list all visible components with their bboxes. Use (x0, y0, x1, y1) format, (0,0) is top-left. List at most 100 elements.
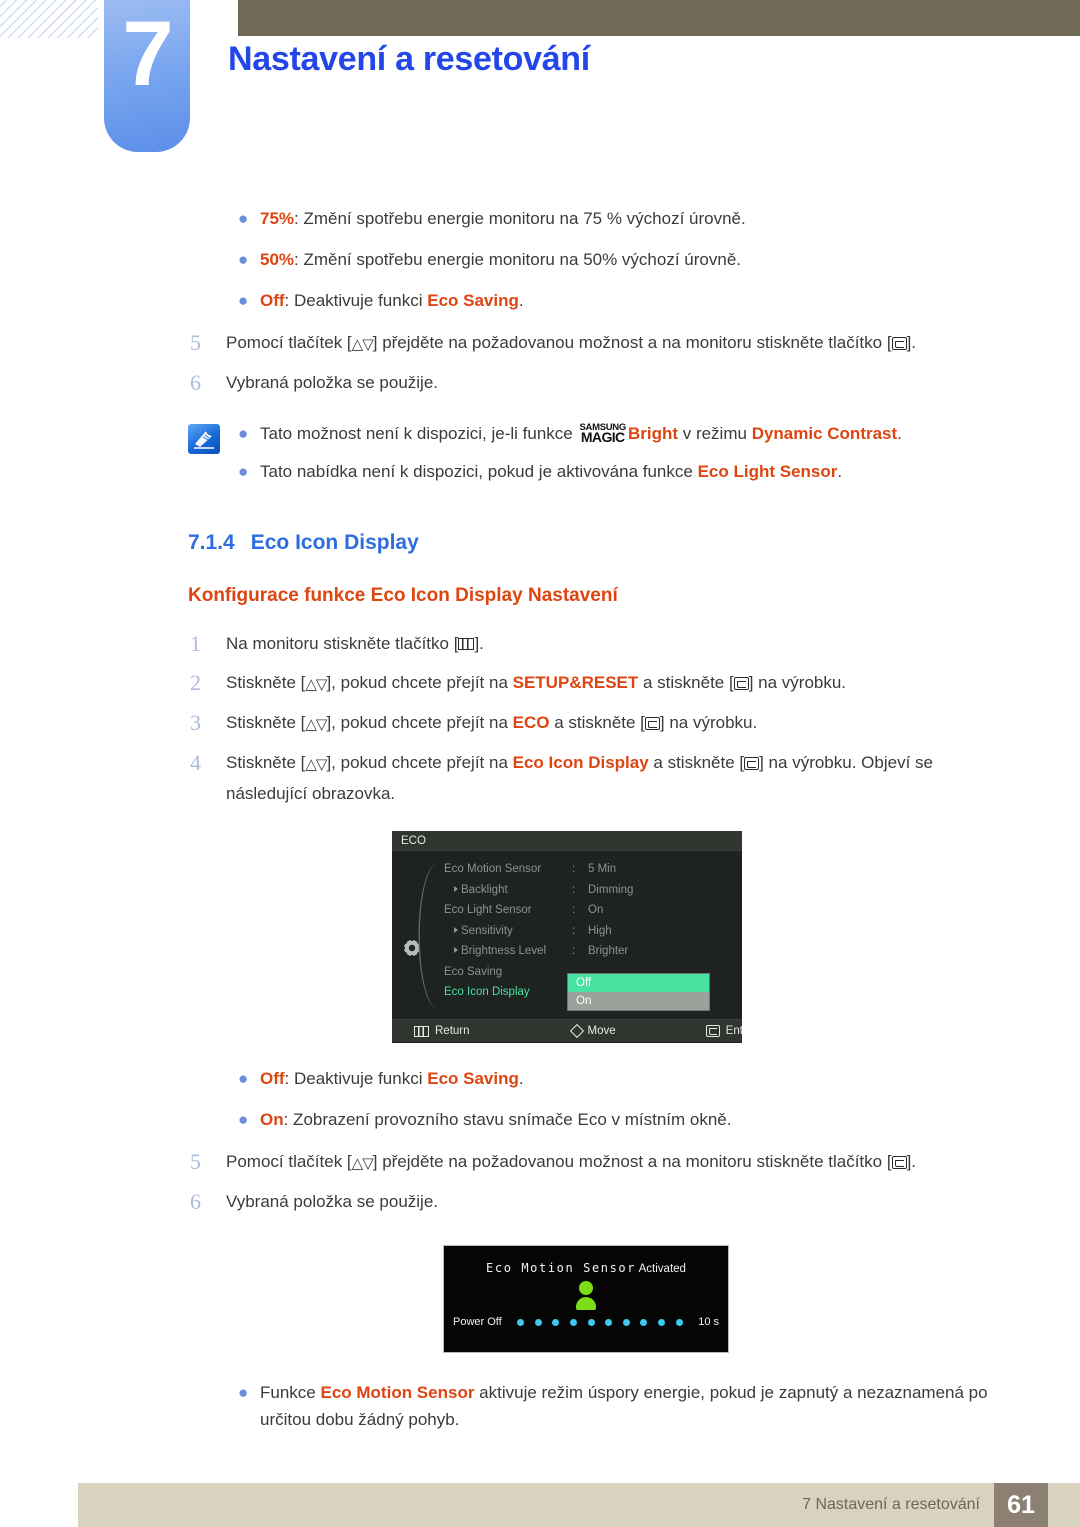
bullet-term: 75% (260, 209, 295, 228)
osd-item-value: On (588, 904, 604, 917)
popup-power-row: Power Off 10 s (444, 1316, 728, 1328)
osd-menu-item[interactable]: Brightness Level : Brighter (444, 941, 740, 962)
final-highlight: Eco Motion Sensor (320, 1383, 475, 1402)
numbered-step: 3 Stiskněte [△▽], pokud chcete přejít na… (0, 708, 1080, 739)
note-line1-highlight1: Bright (627, 424, 678, 443)
list-item: ● Off: Deaktivuje funkci Eco Saving. (0, 287, 1080, 314)
bullet-marker: ● (238, 250, 249, 269)
countdown-dots (507, 1318, 693, 1326)
note-line1-pre: Tato možnost není k dispozici, je-li fun… (260, 424, 578, 443)
step-pre: Na monitoru stiskněte tlačítko [ (226, 634, 459, 653)
bullet-marker: ● (238, 209, 249, 228)
osd-footer-bar: Return Move Enter (392, 1019, 742, 1042)
countdown-dot (552, 1318, 560, 1326)
step-post: ]. (906, 1152, 917, 1171)
bullet-rest: : Změní spotřebu energie monitoru na 50%… (294, 250, 741, 269)
step-highlight: Eco Icon Display (512, 753, 649, 772)
step-pre: Stiskněte [ (226, 673, 306, 692)
osd-return-label: Return (435, 1025, 470, 1037)
step-text: Stiskněte [△▽], pokud chcete přejít na S… (226, 668, 1010, 699)
step-mid: ], pokud chcete přejít na (326, 753, 513, 772)
step-pre: Pomocí tlačítek [ (226, 333, 352, 352)
up-down-key-icon: △▽ (305, 715, 327, 733)
osd-menu-item[interactable]: Eco Motion Sensor : 5 Min (444, 859, 740, 880)
enter-key-icon (644, 717, 660, 730)
step-post: ] na výrobku. (659, 713, 758, 732)
osd-colon: : (572, 924, 576, 937)
bullet-text: Off: Deaktivuje funkci Eco Saving. (260, 287, 524, 314)
bullet-rest-pre: : Zobrazení provozního stavu snímače Eco… (283, 1110, 732, 1129)
osd-dropdown-option[interactable]: On (568, 992, 709, 1010)
bullet-text: 75%: Změní spotřebu energie monitoru na … (260, 205, 746, 232)
decorative-hatch-pattern (0, 0, 98, 38)
section-subtitle: Konfigurace funkce Eco Icon Display Nast… (188, 585, 618, 606)
final-pre: Funkce (260, 1383, 321, 1402)
osd-move-action[interactable]: Move (470, 1023, 616, 1039)
bullet-text: Funkce Eco Motion Sensor aktivuje režim … (260, 1379, 1010, 1433)
list-item: ● On: Zobrazení provozního stavu snímače… (0, 1106, 1080, 1133)
bullet-marker: ● (238, 424, 249, 443)
bullet-marker: ● (238, 1110, 249, 1129)
page-title: Nastavení a resetování (228, 40, 590, 78)
enter-key-icon (733, 677, 749, 690)
countdown-dot (622, 1318, 630, 1326)
osd-item-label: Eco Icon Display (444, 986, 530, 999)
osd-move-label: Move (587, 1025, 616, 1037)
step-number: 4 (190, 750, 201, 775)
osd-return-action[interactable]: Return (392, 1025, 470, 1037)
osd-title: ECO (392, 831, 742, 851)
countdown-dot (570, 1318, 578, 1326)
numbered-step: 6 Vybraná položka se použije. (0, 368, 1080, 398)
list-item: ● 75%: Změní spotřebu energie monitoru n… (0, 205, 1080, 232)
step-post: ] na výrobku. (748, 673, 847, 692)
section-number: 7.1.4 (188, 531, 235, 554)
osd-item-value: Dimming (588, 883, 634, 896)
list-item: ● Off: Deaktivuje funkci Eco Saving. (0, 1065, 1080, 1092)
enter-key-icon (891, 337, 907, 350)
countdown-dot (657, 1318, 665, 1326)
osd-menu-item[interactable]: Sensitivity : High (444, 921, 740, 942)
step-text: Stiskněte [△▽], pokud chcete přejít na E… (226, 708, 1010, 739)
step-highlight: SETUP&RESET (512, 673, 639, 692)
step-number: 5 (190, 330, 201, 355)
step-number: 6 (190, 370, 201, 395)
osd-colon: : (572, 904, 576, 917)
countdown-dot (605, 1318, 613, 1326)
bullet-term: Off (260, 1069, 285, 1088)
numbered-step: 5 Pomocí tlačítek [△▽] přejděte na požad… (0, 1147, 1080, 1178)
note-line2-post: . (837, 462, 843, 481)
osd-enter-action[interactable]: Enter (616, 1025, 742, 1037)
step-mid2: a stiskněte [ (549, 713, 645, 732)
osd-menu-item[interactable]: Backlight : Dimming (444, 880, 740, 901)
step-pre: Pomocí tlačítek [ (226, 1152, 352, 1171)
popup-title-main: Eco Motion Sensor (486, 1261, 637, 1275)
osd-dropdown[interactable]: Off On (567, 973, 710, 1011)
osd-dropdown-option-selected[interactable]: Off (568, 974, 709, 992)
note-line1-highlight2: Dynamic Contrast (751, 424, 898, 443)
diamond-move-icon (569, 1023, 584, 1039)
step-text: Stiskněte [△▽], pokud chcete přejít na E… (226, 748, 1010, 809)
note-item: ● Tato možnost není k dispozici, je-li f… (238, 420, 1010, 447)
step-mid: ] přejděte na požadovanou možnost a na m… (372, 1152, 892, 1171)
osd-item-value: 5 Min (588, 863, 617, 876)
bullet-rest-pre: : Deaktivuje funkci (284, 1069, 428, 1088)
countdown-dot (587, 1318, 595, 1326)
osd-item-value: High (588, 924, 612, 937)
osd-colon: : (572, 863, 576, 876)
osd-menu-item[interactable]: Eco Light Sensor : On (444, 900, 740, 921)
section-heading: 7.1.4 Eco Icon Display (0, 531, 1080, 555)
page-content: ● 75%: Změní spotřebu energie monitoru n… (0, 205, 1080, 1447)
up-down-key-icon: △▽ (351, 335, 374, 353)
countdown-dot (640, 1318, 648, 1326)
step-text: Pomocí tlačítek [△▽] přejděte na požadov… (226, 1147, 1010, 1178)
samsung-magic-logo: SAMSUNG MAGIC (579, 423, 626, 444)
osd-item-label: Eco Light Sensor (444, 904, 532, 917)
note-text: Tato nabídka není k dispozici, pokud je … (260, 458, 842, 485)
osd-item-label: Eco Motion Sensor (444, 863, 542, 876)
person-icon (573, 1281, 599, 1310)
note-line2-pre: Tato nabídka není k dispozici, pokud je … (260, 462, 698, 481)
bullet-term: 50% (260, 250, 295, 269)
person-head (579, 1281, 593, 1295)
list-item: ● 50%: Změní spotřebu energie monitoru n… (0, 246, 1080, 273)
numbered-step: 2 Stiskněte [△▽], pokud chcete přejít na… (0, 668, 1080, 699)
